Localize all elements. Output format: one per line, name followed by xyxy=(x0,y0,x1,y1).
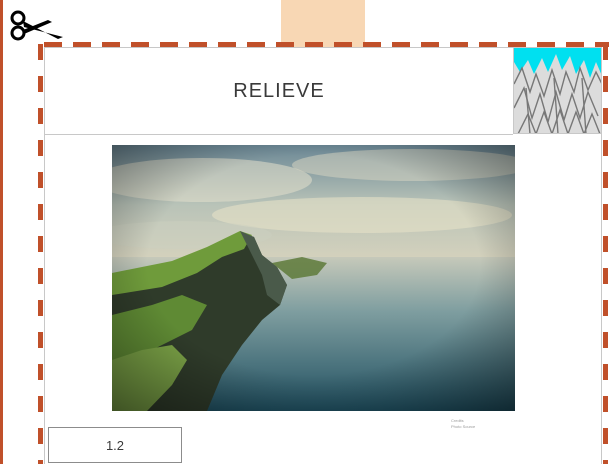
card-number: 1.2 xyxy=(48,427,182,463)
mountain-icon xyxy=(513,48,601,134)
activity-card: RELIEVE Credits Photo Source 1.2 xyxy=(44,47,602,464)
title-bar: RELIEVE xyxy=(45,48,513,135)
scissors-icon xyxy=(10,10,63,41)
cut-line-right xyxy=(603,44,608,464)
coastal-cliff-photo xyxy=(112,145,515,411)
left-edge-accent xyxy=(0,0,3,464)
card-title: RELIEVE xyxy=(233,79,325,102)
cut-line-top xyxy=(44,42,609,47)
tab-strip xyxy=(281,0,365,48)
photo-credit-line: Photo Source xyxy=(451,424,476,429)
photo-credit: Credits Photo Source xyxy=(451,418,531,430)
cut-line-left xyxy=(38,44,43,464)
